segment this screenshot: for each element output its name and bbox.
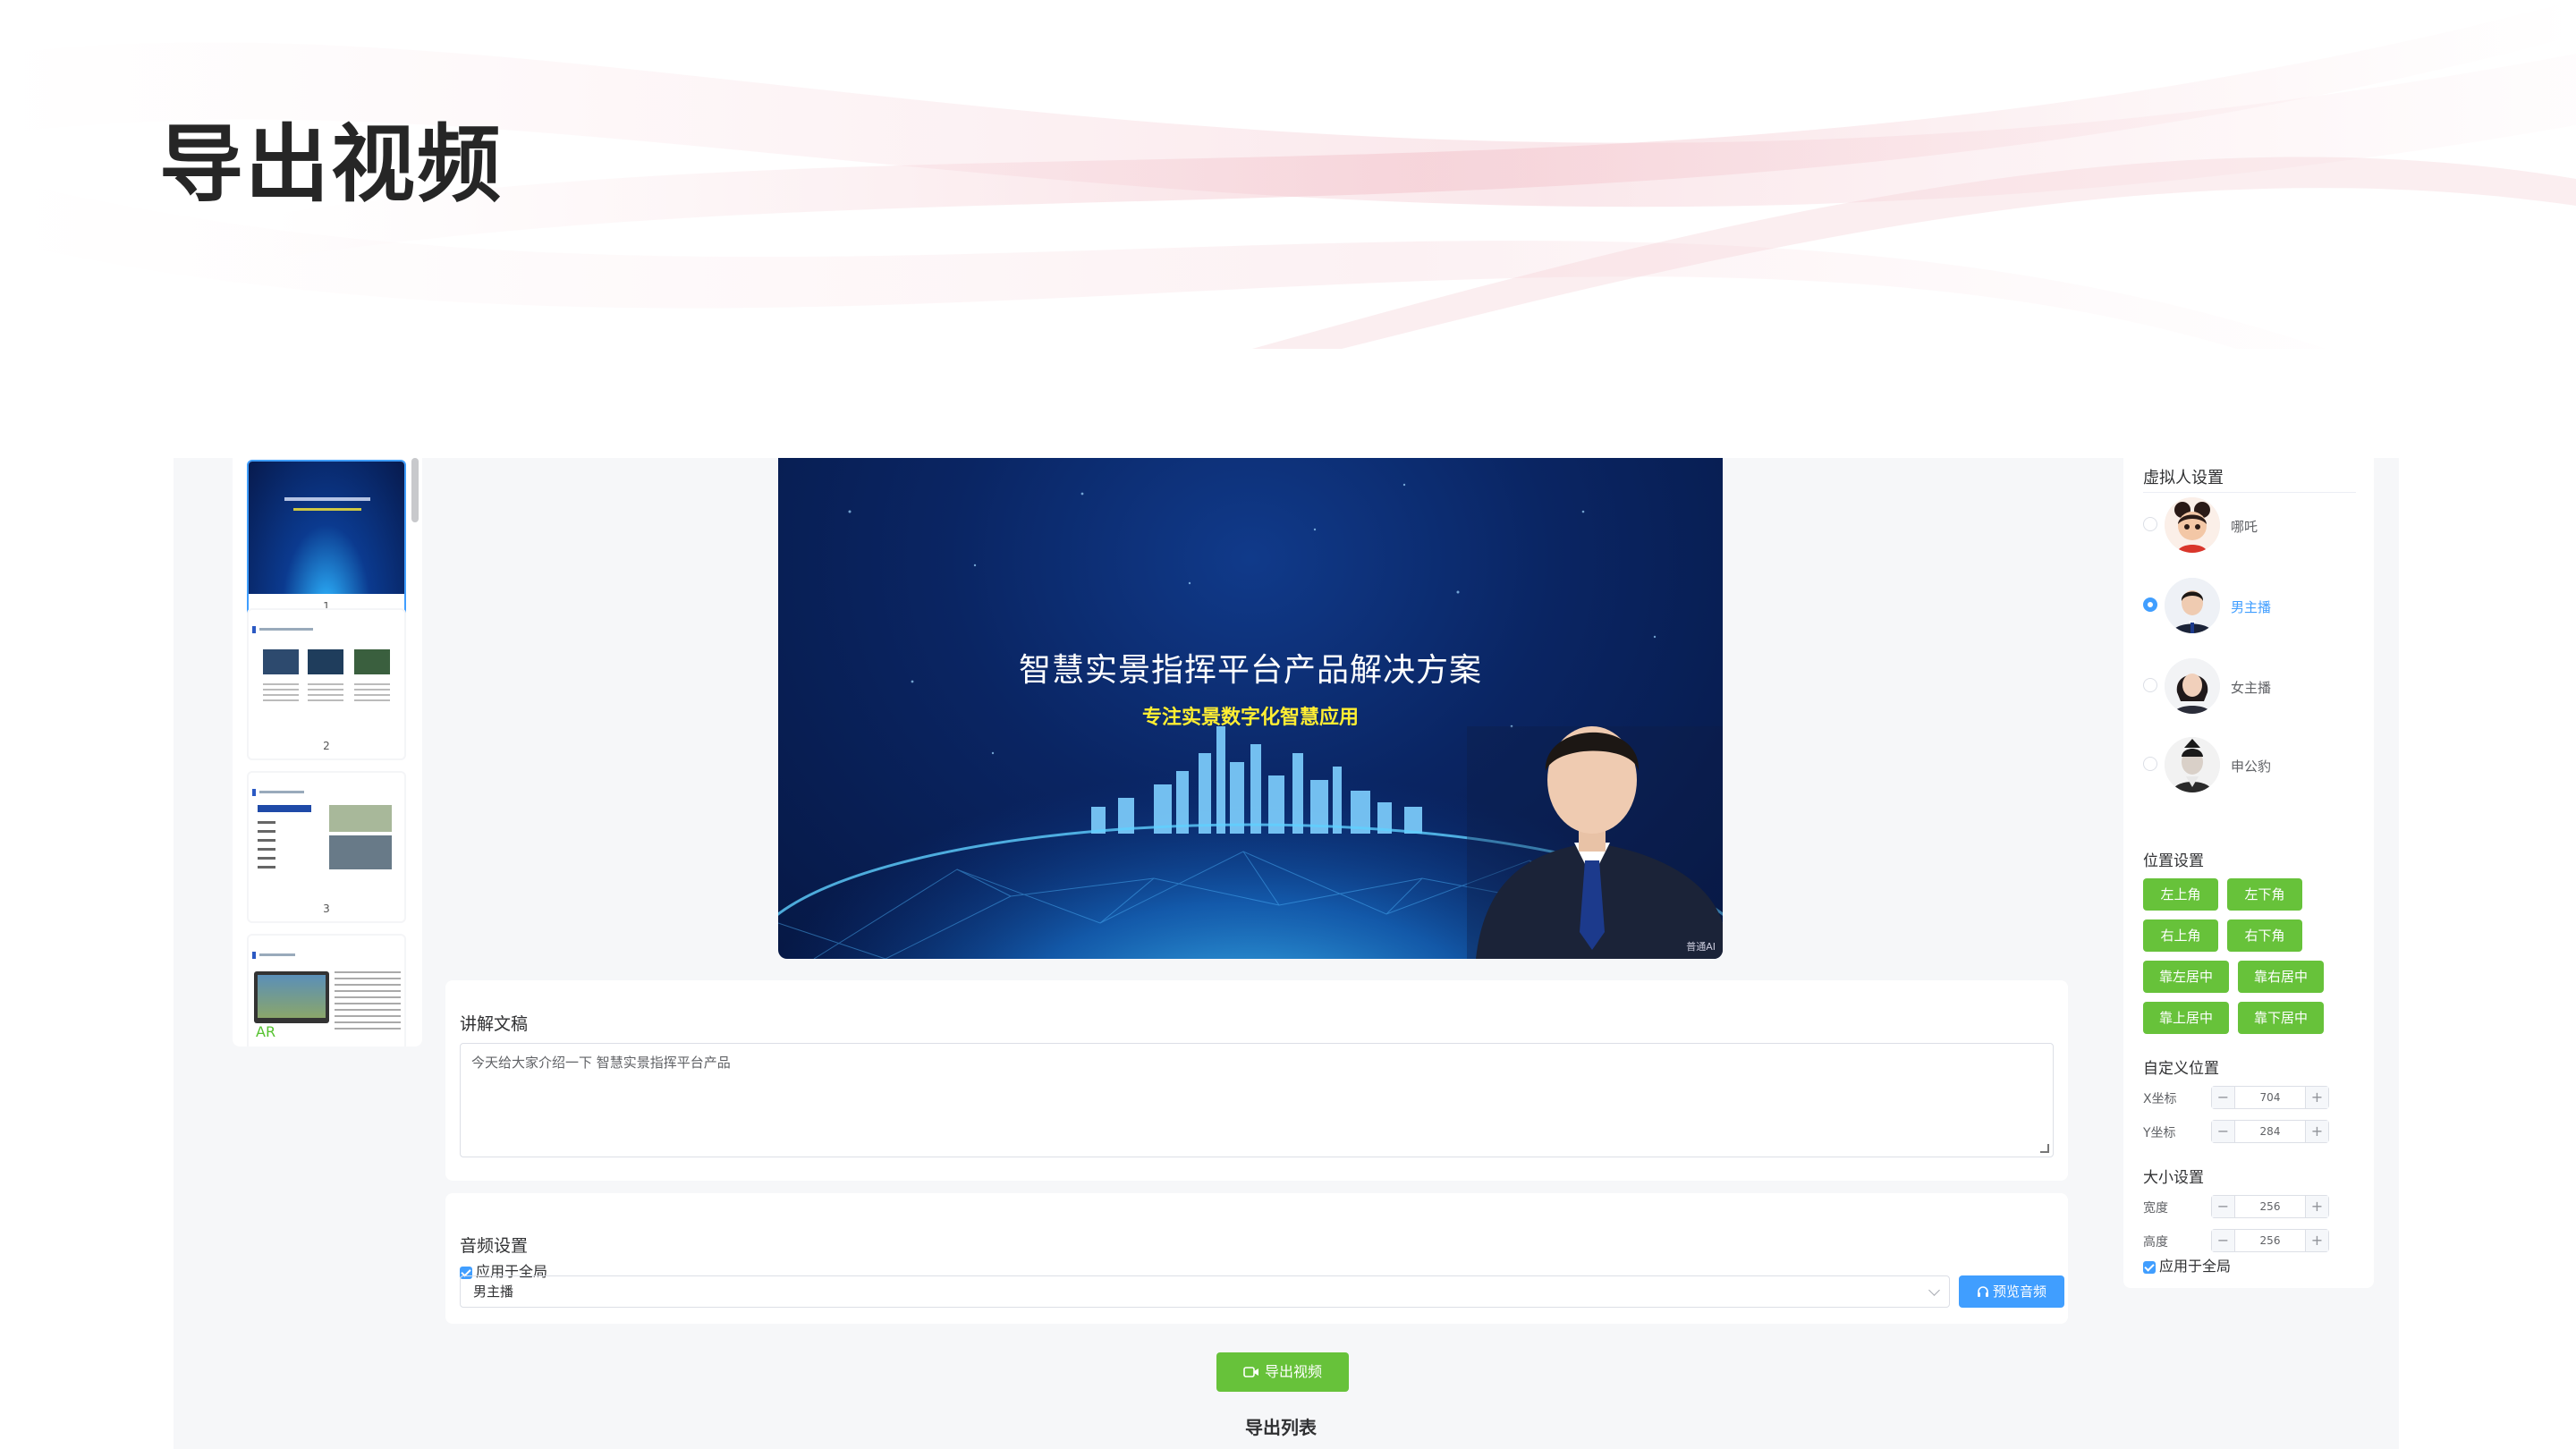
- script-label: 讲解文稿: [460, 1014, 529, 1034]
- headphone-icon: [1977, 1286, 1988, 1297]
- thumbnail-image: [249, 773, 404, 896]
- avatar-image-male-host[interactable]: [2165, 578, 2220, 633]
- avatar-name-nezha[interactable]: 哪吒: [2231, 517, 2258, 536]
- thumbnail-image: [249, 462, 404, 594]
- avatar-name-shen-gongbao[interactable]: 申公豹: [2231, 757, 2271, 775]
- divider: [2143, 492, 2356, 493]
- avatar-female-host-portrait: [2165, 658, 2220, 714]
- y-coordinate-label: Y坐标: [2143, 1126, 2176, 1140]
- x-coordinate-label: X坐标: [2143, 1092, 2177, 1106]
- voice-select[interactable]: 男主播: [460, 1275, 1950, 1308]
- avatar-male-host-portrait: [2165, 578, 2220, 633]
- decrement-button[interactable]: −: [2212, 1196, 2235, 1217]
- position-settings-title: 位置设置: [2143, 852, 2204, 870]
- thumbnail-image: AR: [249, 936, 404, 1046]
- export-list-title: 导出列表: [1245, 1417, 1317, 1438]
- width-value[interactable]: 256: [2235, 1196, 2305, 1217]
- position-top-left-button[interactable]: 左上角: [2143, 878, 2218, 911]
- position-top-right-button[interactable]: 右上角: [2143, 919, 2218, 952]
- avatar-radio-male-host[interactable]: [2143, 597, 2157, 612]
- thumbnail-ar-label: AR: [256, 1023, 276, 1040]
- size-apply-global-label: 应用于全局: [2159, 1258, 2232, 1275]
- avatar-image-shen-gongbao[interactable]: [2165, 737, 2220, 792]
- slide-thumbnail[interactable]: 3: [247, 771, 406, 923]
- preview-watermark: 普通AI: [1686, 941, 1716, 953]
- slide-thumbnail[interactable]: AR: [247, 934, 406, 1046]
- preview-slide-title: 智慧实景指挥平台产品解决方案: [1018, 652, 1482, 689]
- avatar-radio-female-host[interactable]: [2143, 678, 2157, 692]
- decrement-button[interactable]: −: [2212, 1087, 2235, 1108]
- preview-slide-subtitle: 专注实景数字化智慧应用: [1141, 707, 1359, 729]
- decrement-button[interactable]: −: [2212, 1121, 2235, 1142]
- decrement-button[interactable]: −: [2212, 1230, 2235, 1251]
- thumbnail-image: [249, 610, 404, 733]
- width-stepper[interactable]: − 256 +: [2211, 1195, 2329, 1218]
- script-text: 今天给大家介绍一下 智慧实景指挥平台产品: [471, 1055, 731, 1071]
- size-apply-global[interactable]: 应用于全局: [2143, 1254, 2231, 1275]
- avatar-presenter: [1467, 726, 1723, 959]
- script-textarea[interactable]: 今天给大家介绍一下 智慧实景指挥平台产品: [460, 1043, 2054, 1157]
- audio-settings-card: 音频设置 应用于全局 男主播 预览音频: [445, 1193, 2068, 1324]
- avatar-image-female-host[interactable]: [2165, 658, 2220, 714]
- chevron-down-icon: [1928, 1284, 1940, 1296]
- export-video-label: 导出视频: [1264, 1363, 1322, 1380]
- thumbnail-number: 2: [249, 733, 404, 758]
- increment-button[interactable]: +: [2305, 1196, 2328, 1217]
- avatar-radio-shen-gongbao[interactable]: [2143, 757, 2157, 771]
- width-label: 宽度: [2143, 1201, 2168, 1216]
- size-settings-title: 大小设置: [2143, 1169, 2204, 1187]
- avatar-nezha-portrait: [2165, 497, 2220, 553]
- height-value[interactable]: 256: [2235, 1230, 2305, 1251]
- slide-thumbnail[interactable]: 1: [247, 460, 406, 621]
- app-window: 1 2 3 AR 智慧实景指挥平台产品解决方案 专注实景数字化智慧应用 普通AI…: [174, 458, 2399, 1449]
- video-camera-icon: [1243, 1367, 1258, 1377]
- custom-position-title: 自定义位置: [2143, 1060, 2219, 1078]
- editor-area: 1 2 3 AR 智慧实景指挥平台产品解决方案 专注实景数字化智慧应用 普通AI…: [213, 458, 2374, 1449]
- position-bottom-left-button[interactable]: 左下角: [2227, 878, 2302, 911]
- avatar-settings-title: 虚拟人设置: [2143, 469, 2224, 487]
- checkbox-checked-icon[interactable]: [2143, 1260, 2156, 1274]
- height-stepper[interactable]: − 256 +: [2211, 1229, 2329, 1252]
- position-bottom-right-button[interactable]: 右下角: [2227, 919, 2302, 952]
- increment-button[interactable]: +: [2305, 1230, 2328, 1251]
- increment-button[interactable]: +: [2305, 1121, 2328, 1142]
- height-label: 高度: [2143, 1235, 2168, 1250]
- avatar-shen-gongbao-portrait: [2165, 737, 2220, 792]
- avatar-image-nezha[interactable]: [2165, 497, 2220, 553]
- avatar-radio-nezha[interactable]: [2143, 517, 2157, 531]
- thumbnail-scrollbar[interactable]: [411, 458, 419, 522]
- y-coordinate-value[interactable]: 284: [2235, 1121, 2305, 1142]
- x-coordinate-value[interactable]: 704: [2235, 1087, 2305, 1108]
- preview-audio-label: 预览音频: [1992, 1284, 2046, 1300]
- increment-button[interactable]: +: [2305, 1087, 2328, 1108]
- x-coordinate-stepper[interactable]: − 704 +: [2211, 1086, 2329, 1109]
- avatar-name-female-host[interactable]: 女主播: [2231, 678, 2271, 697]
- thumbnail-number: 3: [249, 896, 404, 921]
- position-bottom-center-button[interactable]: 靠下居中: [2238, 1002, 2324, 1034]
- slide-thumbnail-panel: 1 2 3 AR: [233, 458, 422, 1046]
- position-top-center-button[interactable]: 靠上居中: [2143, 1002, 2229, 1034]
- slide-thumbnail[interactable]: 2: [247, 608, 406, 760]
- position-left-center-button[interactable]: 靠左居中: [2143, 961, 2229, 993]
- textarea-resize-handle[interactable]: [2040, 1144, 2049, 1153]
- audio-settings-label: 音频设置: [460, 1236, 529, 1256]
- y-coordinate-stepper[interactable]: − 284 +: [2211, 1120, 2329, 1143]
- preview-audio-button[interactable]: 预览音频: [1959, 1275, 2064, 1308]
- voice-select-value: 男主播: [473, 1284, 514, 1300]
- export-video-button[interactable]: 导出视频: [1216, 1352, 1349, 1392]
- script-card: 讲解文稿 今天给大家介绍一下 智慧实景指挥平台产品: [445, 980, 2068, 1181]
- position-right-center-button[interactable]: 靠右居中: [2238, 961, 2324, 993]
- avatar-settings-panel: 虚拟人设置 哪吒 男主播 女主播 申公豹 位置设置 左上角 左下角 右上角 右下…: [2123, 458, 2374, 1288]
- avatar-name-male-host[interactable]: 男主播: [2231, 597, 2271, 616]
- slide-title: 导出视频: [159, 116, 504, 214]
- video-preview: 智慧实景指挥平台产品解决方案 专注实景数字化智慧应用 普通AI: [778, 458, 1723, 959]
